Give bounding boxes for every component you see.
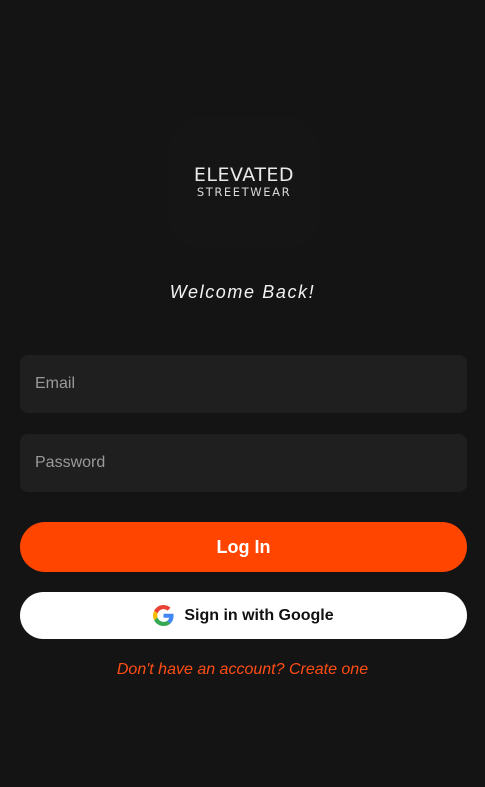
login-button[interactable]: Log In (20, 522, 467, 572)
welcome-heading: Welcome Back! (169, 282, 316, 302)
google-g-icon (153, 605, 174, 626)
google-signin-button[interactable]: Sign in with Google (20, 592, 467, 639)
password-input[interactable] (20, 434, 467, 492)
login-screen: ELEVATED STREETWEAR Welcome Back! Log In… (0, 0, 485, 787)
logo-line-1: ELEVATED (193, 164, 295, 186)
google-button-label: Sign in with Google (184, 606, 334, 624)
logo-line-2: STREETWEAR (196, 185, 292, 199)
email-input[interactable] (20, 355, 467, 413)
login-button-label: Log In (216, 536, 271, 557)
create-account-link[interactable]: Don't have an account? Create one (0, 661, 485, 679)
brand-logo: ELEVATED STREETWEAR (168, 116, 320, 248)
